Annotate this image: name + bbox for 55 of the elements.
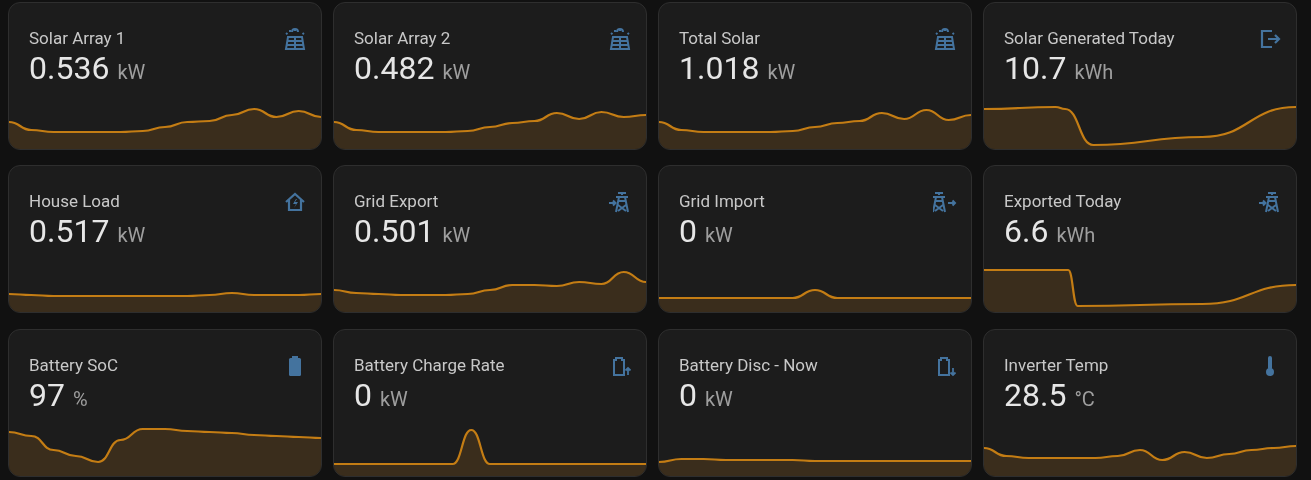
unit-label: kW [117,222,146,250]
unit-label: kW [442,59,471,86]
card-title: Grid Import [679,190,765,213]
card-title: Solar Array 1 [29,27,126,49]
unit-label: kW [442,222,471,250]
solar-panel-icon [933,27,957,51]
sensor-card[interactable]: Grid Export 0.501 kW [333,165,647,314]
sensor-card[interactable]: Battery Disc - Now 0 kW [658,328,972,477]
exit-arrow-icon [1258,27,1282,51]
unit-label: % [72,385,88,413]
sensor-card[interactable]: Grid Import 0 kW [658,165,972,314]
unit-label: kW [705,222,733,250]
transmission-tower-icon [608,190,632,215]
card-title: Battery Disc - Now [679,353,818,376]
transmission-tower-icon [1258,190,1282,215]
solar-panel-icon [608,27,632,51]
card-title: Grid Export [354,190,439,213]
sensor-value: 1.018 [679,49,760,87]
sensor-value: 10.7 [1004,49,1067,87]
sensor-card[interactable]: House Load 0.517 kW [8,165,322,314]
sensor-value: 0 [679,375,697,414]
sensor-value: 0 [679,212,697,251]
card-title: Solar Array 2 [354,27,451,49]
card-title: Inverter Temp [1004,353,1109,376]
sensor-card[interactable]: Inverter Temp 28.5 °C [983,328,1297,477]
card-title: House Load [29,190,120,213]
sensor-value: 28.5 [1004,375,1067,414]
sensor-value: 0.536 [29,49,110,87]
unit-label: kWh [1056,222,1096,250]
card-title: Total Solar [679,27,761,49]
card-title: Exported Today [1004,190,1122,213]
unit-label: °C [1074,385,1095,413]
card-title: Battery SoC [29,353,118,376]
card-title: Battery Charge Rate [354,353,505,376]
sensor-value: 0.517 [29,212,110,251]
sensor-card[interactable]: Solar Array 2 0.482 kW [333,2,647,150]
unit-label: kW [767,59,796,86]
sensor-value: 0.482 [354,49,435,87]
sensor-card[interactable]: Solar Array 1 0.536 kW [8,2,322,150]
sensor-value: 97 [29,375,65,414]
unit-label: kWh [1074,59,1114,86]
sensor-value: 0.501 [354,212,435,251]
card-title: Solar Generated Today [1004,27,1175,49]
sensor-card[interactable]: Solar Generated Today 10.7 kWh [983,2,1297,150]
sensor-value: 6.6 [1004,212,1049,251]
sensor-card[interactable]: Total Solar 1.018 kW [658,2,972,150]
unit-label: kW [705,385,733,413]
unit-label: kW [380,385,408,413]
sensor-card[interactable]: Exported Today 6.6 kWh [983,165,1297,314]
solar-panel-icon [283,27,307,51]
sensor-value: 0 [354,375,372,414]
unit-label: kW [117,59,146,86]
transmission-tower-icon [933,190,957,215]
sensor-card[interactable]: Battery SoC 97 % [8,328,322,477]
sensor-card[interactable]: Battery Charge Rate 0 kW [333,328,647,477]
